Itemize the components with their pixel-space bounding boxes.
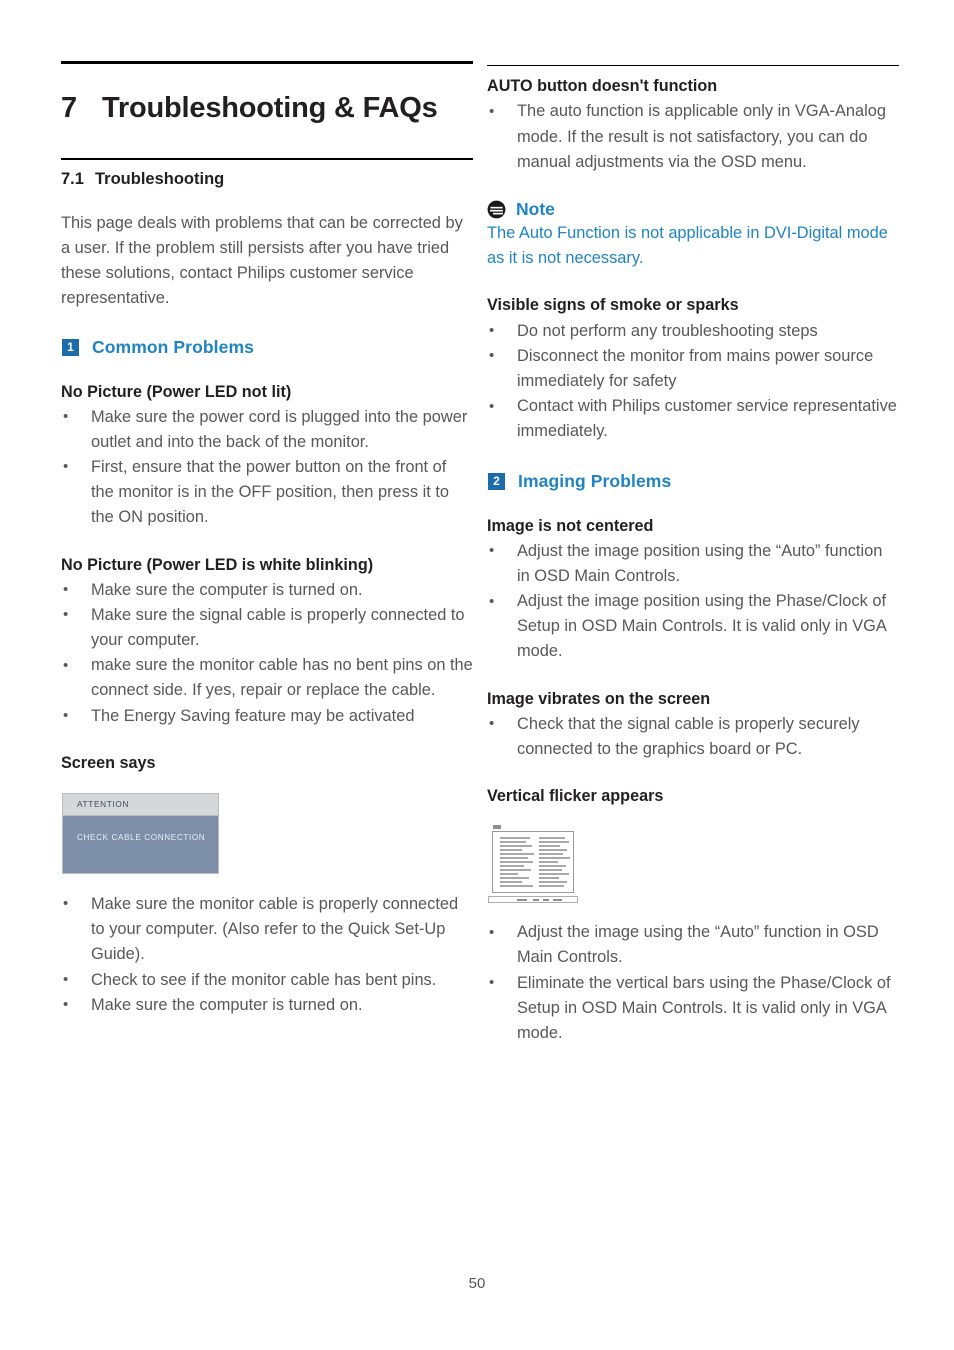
list-item: Make sure the computer is turned on. xyxy=(61,992,473,1018)
topic-bullets-screen-says: Make sure the monitor cable is properly … xyxy=(61,891,473,1018)
topic-bullets-image-not-centered: Adjust the image position using the “Aut… xyxy=(487,538,899,665)
list-item: Check to see if the monitor cable has be… xyxy=(61,967,473,993)
chapter-number: 7 xyxy=(61,92,77,124)
imaging-problems-label: Imaging Problems xyxy=(518,470,672,491)
section-top-rule xyxy=(61,157,473,160)
imaging-problems-heading: 2 Imaging Problems xyxy=(488,471,899,492)
flicker-bottom-strip xyxy=(488,896,578,904)
right-column: AUTO button doesn't function The auto fu… xyxy=(487,65,899,1046)
common-problems-heading: 1 Common Problems xyxy=(62,337,473,358)
list-item: Make sure the signal cable is properly c… xyxy=(61,602,473,653)
vertical-flicker-figure xyxy=(488,824,578,905)
list-item: Do not perform any troubleshooting steps xyxy=(487,318,899,344)
osd-message: CHECK CABLE CONNECTION xyxy=(77,832,206,842)
topic-bullets-no-picture-led-not-lit: Make sure the power cord is plugged into… xyxy=(61,404,473,531)
list-item: Adjust the image using the “Auto” functi… xyxy=(487,920,899,970)
chapter-title: Troubleshooting & FAQs xyxy=(102,92,438,124)
topic-heading-no-picture-led-not-lit: No Picture (Power LED not lit) xyxy=(61,382,292,401)
list-item: make sure the monitor cable has no bent … xyxy=(61,653,473,703)
chapter-heading: 7 Troubleshooting & FAQs xyxy=(61,92,473,125)
list-item: First, ensure that the power button on t… xyxy=(61,454,473,531)
list-item: The auto function is applicable only in … xyxy=(487,99,899,175)
topic-heading-vertical-flicker: Vertical flicker appears xyxy=(487,787,664,806)
flicker-corner-mark xyxy=(493,825,501,830)
intro-paragraph: This page deals with problems that can b… xyxy=(61,213,463,307)
common-problems-label: Common Problems xyxy=(92,336,254,357)
flicker-frame xyxy=(492,831,574,894)
list-item: Make sure the power cord is plugged into… xyxy=(61,404,473,455)
list-item: Adjust the image position using the “Aut… xyxy=(487,538,899,589)
topic-heading-image-not-centered: Image is not centered xyxy=(487,516,654,535)
imaging-problems-badge: 2 xyxy=(488,472,505,490)
chapter-top-rule xyxy=(61,61,473,64)
topic-bullets-auto-button: The auto function is applicable only in … xyxy=(487,99,899,175)
document-page: 7 Troubleshooting & FAQs 7.1 Troubleshoo… xyxy=(0,0,954,1350)
topic-bullets-vertical-flicker: Adjust the image using the “Auto” functi… xyxy=(487,920,899,1046)
osd-attention-figure: ATTENTION CHECK CABLE CONNECTION xyxy=(62,792,219,874)
note-header: Note xyxy=(487,199,899,220)
topic-bullets-no-picture-led-blinking: Make sure the computer is turned on. Mak… xyxy=(61,577,473,729)
osd-title-bar: ATTENTION xyxy=(63,793,218,816)
topic-heading-no-picture-led-blinking: No Picture (Power LED is white blinking) xyxy=(61,555,374,574)
note-icon xyxy=(487,200,506,219)
list-item: Make sure the monitor cable is properly … xyxy=(61,891,473,968)
list-item: The Energy Saving feature may be activat… xyxy=(61,703,473,729)
topic-bullets-image-vibrates: Check that the signal cable is properly … xyxy=(487,711,899,762)
list-item: Contact with Philips customer service re… xyxy=(487,394,899,444)
topic-heading-auto-button: AUTO button doesn't function xyxy=(487,77,718,96)
left-column: 7 Troubleshooting & FAQs 7.1 Troubleshoo… xyxy=(61,61,473,1018)
section-title: Troubleshooting xyxy=(95,169,225,188)
topic-heading-screen-says: Screen says xyxy=(61,753,156,772)
section-number: 7.1 xyxy=(61,169,84,188)
note-body: The Auto Function is not applicable in D… xyxy=(487,224,888,268)
list-item: Eliminate the vertical bars using the Ph… xyxy=(487,970,899,1047)
topic-heading-smoke-sparks: Visible signs of smoke or sparks xyxy=(487,296,739,315)
topic-heading-image-vibrates: Image vibrates on the screen xyxy=(487,689,711,708)
common-problems-badge: 1 xyxy=(62,338,79,356)
osd-body: CHECK CABLE CONNECTION xyxy=(63,815,218,873)
right-column-top-rule xyxy=(487,65,899,67)
note-block: Note The Auto Function is not applicable… xyxy=(487,199,899,271)
section-heading: 7.1 Troubleshooting xyxy=(61,169,473,190)
list-item: Disconnect the monitor from mains power … xyxy=(487,343,899,394)
topic-bullets-smoke-sparks: Do not perform any troubleshooting steps… xyxy=(487,318,899,445)
page-number: 50 xyxy=(468,1275,486,1292)
list-item: Adjust the image position using the Phas… xyxy=(487,589,899,665)
list-item: Check that the signal cable is properly … xyxy=(487,711,899,762)
list-item: Make sure the computer is turned on. xyxy=(61,577,473,603)
note-title: Note xyxy=(516,199,555,220)
